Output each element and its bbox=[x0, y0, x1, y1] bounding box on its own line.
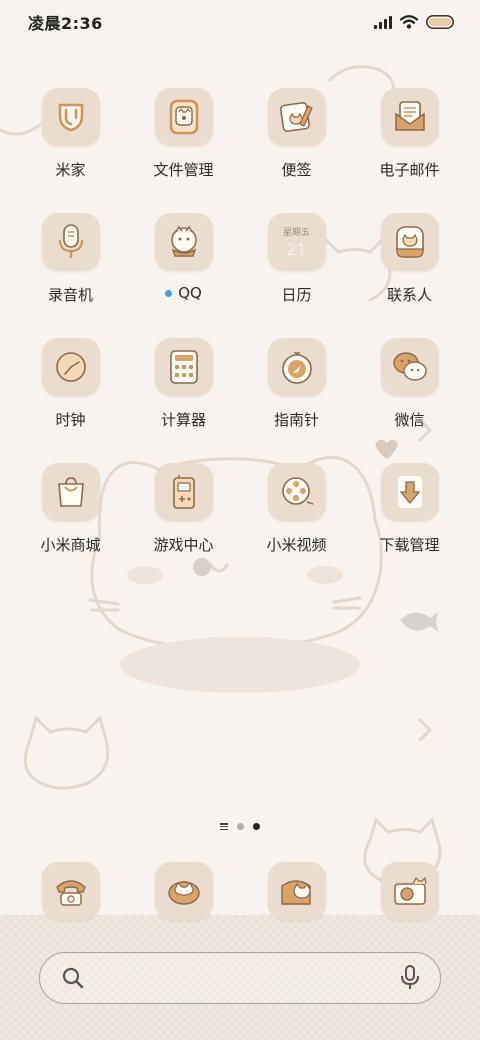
app-calculator[interactable]: 计算器 bbox=[127, 338, 240, 463]
dock-camera[interactable] bbox=[353, 862, 466, 922]
calendar-weekday: 星期五 bbox=[282, 228, 310, 238]
app-label-text: 时钟 bbox=[55, 411, 86, 429]
app-label-text: 指南针 bbox=[273, 411, 319, 429]
file-manager-icon bbox=[154, 88, 213, 146]
app-game-center[interactable]: 游戏中心 bbox=[127, 463, 240, 588]
app-label: 时钟 bbox=[55, 409, 85, 430]
calculator-icon bbox=[154, 338, 213, 396]
app-label-text: 录音机 bbox=[47, 286, 93, 304]
search-bar[interactable] bbox=[39, 952, 441, 1004]
page-indicator[interactable] bbox=[0, 823, 480, 830]
app-clock[interactable]: 时钟 bbox=[14, 338, 127, 463]
signal-icon bbox=[374, 15, 392, 29]
mi-video-icon bbox=[267, 463, 326, 521]
wechat-icon bbox=[380, 338, 439, 396]
status-time: 凌晨2:36 bbox=[28, 14, 103, 33]
qq-icon bbox=[154, 213, 213, 271]
app-label: 微信 bbox=[394, 409, 424, 430]
app-label: 电子邮件 bbox=[379, 159, 439, 180]
downloads-icon bbox=[380, 463, 439, 521]
app-compass[interactable]: 指南针 bbox=[240, 338, 353, 463]
app-label-text: 游戏中心 bbox=[153, 536, 214, 554]
app-label-text: 小米商城 bbox=[40, 536, 101, 554]
email-icon bbox=[380, 88, 439, 146]
app-mi-home[interactable]: 米家 bbox=[14, 88, 127, 213]
app-label: QQ bbox=[165, 284, 202, 302]
clock-icon bbox=[41, 338, 100, 396]
app-label-text: 电子邮件 bbox=[379, 161, 440, 179]
status-icons bbox=[374, 15, 454, 29]
app-label-text: 计算器 bbox=[160, 411, 206, 429]
app-label: 便签 bbox=[281, 159, 311, 180]
notes-icon bbox=[267, 88, 326, 146]
app-mi-video[interactable]: 小米视频 bbox=[240, 463, 353, 588]
new-install-dot bbox=[165, 289, 173, 297]
page-menu-icon bbox=[220, 823, 228, 830]
mi-home-icon bbox=[41, 88, 100, 146]
search-icon[interactable] bbox=[62, 967, 84, 989]
recorder-icon bbox=[41, 213, 100, 271]
app-contacts[interactable]: 联系人 bbox=[353, 213, 466, 338]
compass-icon bbox=[267, 338, 326, 396]
dock-messages[interactable] bbox=[127, 862, 240, 922]
page-dot-2-active bbox=[253, 823, 260, 830]
app-label: 小米视频 bbox=[266, 534, 326, 555]
app-label: 米家 bbox=[55, 159, 85, 180]
app-email[interactable]: 电子邮件 bbox=[353, 88, 466, 213]
app-downloads[interactable]: 下载管理 bbox=[353, 463, 466, 588]
app-file-manager[interactable]: 文件管理 bbox=[127, 88, 240, 213]
dock-phone[interactable] bbox=[14, 862, 127, 922]
app-label-text: 日历 bbox=[281, 286, 312, 304]
app-label: 指南针 bbox=[274, 409, 319, 430]
app-label-text: 联系人 bbox=[386, 286, 432, 304]
browser-icon bbox=[267, 862, 326, 920]
app-label: 游戏中心 bbox=[153, 534, 213, 555]
app-label: 录音机 bbox=[48, 284, 93, 305]
app-mi-store[interactable]: 小米商城 bbox=[14, 463, 127, 588]
wifi-icon bbox=[400, 15, 418, 29]
app-label: 联系人 bbox=[387, 284, 432, 305]
app-label: 小米商城 bbox=[40, 534, 100, 555]
app-label: 日历 bbox=[281, 284, 311, 305]
status-bar: 凌晨2:36 bbox=[0, 0, 480, 44]
app-label-text: 下载管理 bbox=[379, 536, 440, 554]
app-recorder[interactable]: 录音机 bbox=[14, 213, 127, 338]
app-notes[interactable]: 便签 bbox=[240, 88, 353, 213]
mi-store-icon bbox=[41, 463, 100, 521]
app-label: 文件管理 bbox=[153, 159, 213, 180]
calendar-icon: 星期五 21 bbox=[267, 213, 326, 271]
phone-icon bbox=[41, 862, 100, 920]
app-wechat[interactable]: 微信 bbox=[353, 338, 466, 463]
dock-browser[interactable] bbox=[240, 862, 353, 922]
app-label-text: 米家 bbox=[55, 161, 86, 179]
app-label-text: 小米视频 bbox=[266, 536, 327, 554]
messages-icon bbox=[154, 862, 213, 920]
contacts-icon bbox=[380, 213, 439, 271]
app-grid: 米家 文件管理 便签 电子邮件 录音机 QQ 星期五 21 日历 联系人 时钟 … bbox=[0, 88, 480, 588]
app-qq[interactable]: QQ bbox=[127, 213, 240, 338]
app-calendar[interactable]: 星期五 21 日历 bbox=[240, 213, 353, 338]
app-label-text: QQ bbox=[178, 284, 202, 302]
microphone-icon[interactable] bbox=[400, 965, 420, 991]
app-label-text: 文件管理 bbox=[153, 161, 214, 179]
calendar-day: 21 bbox=[286, 240, 307, 259]
app-label: 计算器 bbox=[161, 409, 206, 430]
dock bbox=[0, 862, 480, 922]
page-dot-1 bbox=[237, 823, 244, 830]
app-label-text: 微信 bbox=[394, 411, 425, 429]
battery-icon bbox=[426, 15, 454, 29]
app-label-text: 便签 bbox=[281, 161, 312, 179]
camera-icon bbox=[380, 862, 439, 920]
app-label: 下载管理 bbox=[379, 534, 439, 555]
game-center-icon bbox=[154, 463, 213, 521]
